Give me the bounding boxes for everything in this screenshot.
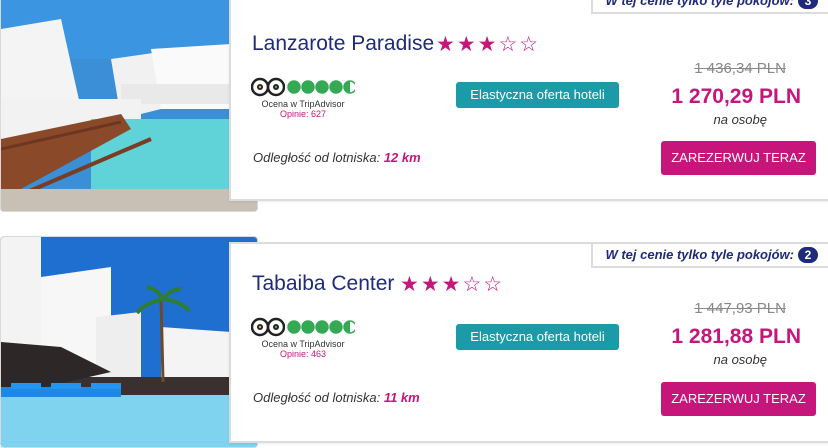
price-per-person-label: na osobę bbox=[713, 112, 768, 127]
rooms-left-text: W tej cenie tylko tyle pokojów: bbox=[605, 0, 794, 8]
hotel-card: W tej cenie tylko tyle pokojów: 2 Tabaiba… bbox=[0, 236, 828, 448]
price-per-person-label: na osobę bbox=[713, 352, 768, 367]
rooms-left-badge: W tej cenie tylko tyle pokojów: 3 bbox=[591, 0, 828, 14]
flexible-offer-button[interactable]: Elastyczna oferta hoteli bbox=[456, 82, 619, 108]
book-now-button[interactable]: ZAREZERWUJ TERAZ bbox=[661, 382, 816, 416]
tripadvisor-rating: Ocena w TripAdvisor Opinie: 627 bbox=[251, 77, 355, 119]
hotel-info-panel: W tej cenie tylko tyle pokojów: 2 Tabaiba… bbox=[229, 242, 828, 443]
airport-distance: Odległość od lotniska: 11 km bbox=[253, 390, 420, 405]
tripadvisor-rating: Ocena w TripAdvisor Opinie: 463 bbox=[251, 317, 355, 359]
star-rating: ★★★☆☆ bbox=[400, 273, 505, 296]
review-count[interactable]: Opinie: 463 bbox=[251, 349, 355, 359]
airport-distance: Odległość od lotniska: 12 km bbox=[253, 150, 421, 165]
review-count[interactable]: Opinie: 627 bbox=[251, 109, 355, 119]
current-price: 1 270,29 PLN bbox=[671, 85, 801, 108]
distance-label: Odległość od lotniska: bbox=[253, 150, 381, 165]
tripadvisor-owl-icon bbox=[251, 317, 285, 337]
hotel-name[interactable]: Tabaiba Center bbox=[252, 272, 394, 296]
rooms-left-count: 3 bbox=[798, 0, 818, 9]
tripadvisor-owl-icon bbox=[251, 77, 285, 97]
distance-value: 11 km bbox=[383, 390, 420, 405]
tripadvisor-bubbles-icon bbox=[287, 80, 355, 94]
tripadvisor-bubbles-icon bbox=[287, 320, 355, 334]
current-price: 1 281,88 PLN bbox=[671, 325, 801, 348]
star-rating: ★★★☆☆ bbox=[436, 33, 541, 56]
old-price: 1 447,93 PLN bbox=[694, 300, 786, 317]
hotel-info-panel: W tej cenie tylko tyle pokojów: 3 Lanzaro… bbox=[229, 0, 828, 201]
book-now-button[interactable]: ZAREZERWUJ TERAZ bbox=[661, 141, 816, 175]
tripadvisor-caption: Ocena w TripAdvisor bbox=[261, 99, 345, 109]
old-price: 1 436,34 PLN bbox=[694, 60, 786, 77]
rooms-left-text: W tej cenie tylko tyle pokojów: bbox=[605, 247, 794, 262]
hotel-name[interactable]: Lanzarote Paradise bbox=[252, 32, 434, 56]
hotel-photo[interactable] bbox=[0, 0, 258, 212]
distance-label: Odległość od lotniska: bbox=[253, 390, 381, 405]
distance-value: 12 km bbox=[383, 150, 421, 165]
rooms-left-badge: W tej cenie tylko tyle pokojów: 2 bbox=[591, 244, 828, 268]
flexible-offer-button[interactable]: Elastyczna oferta hoteli bbox=[456, 324, 619, 350]
tripadvisor-caption: Ocena w TripAdvisor bbox=[261, 339, 345, 349]
hotel-card: W tej cenie tylko tyle pokojów: 3 Lanzaro… bbox=[0, 0, 828, 213]
hotel-photo[interactable] bbox=[0, 236, 258, 448]
rooms-left-count: 2 bbox=[798, 247, 818, 263]
